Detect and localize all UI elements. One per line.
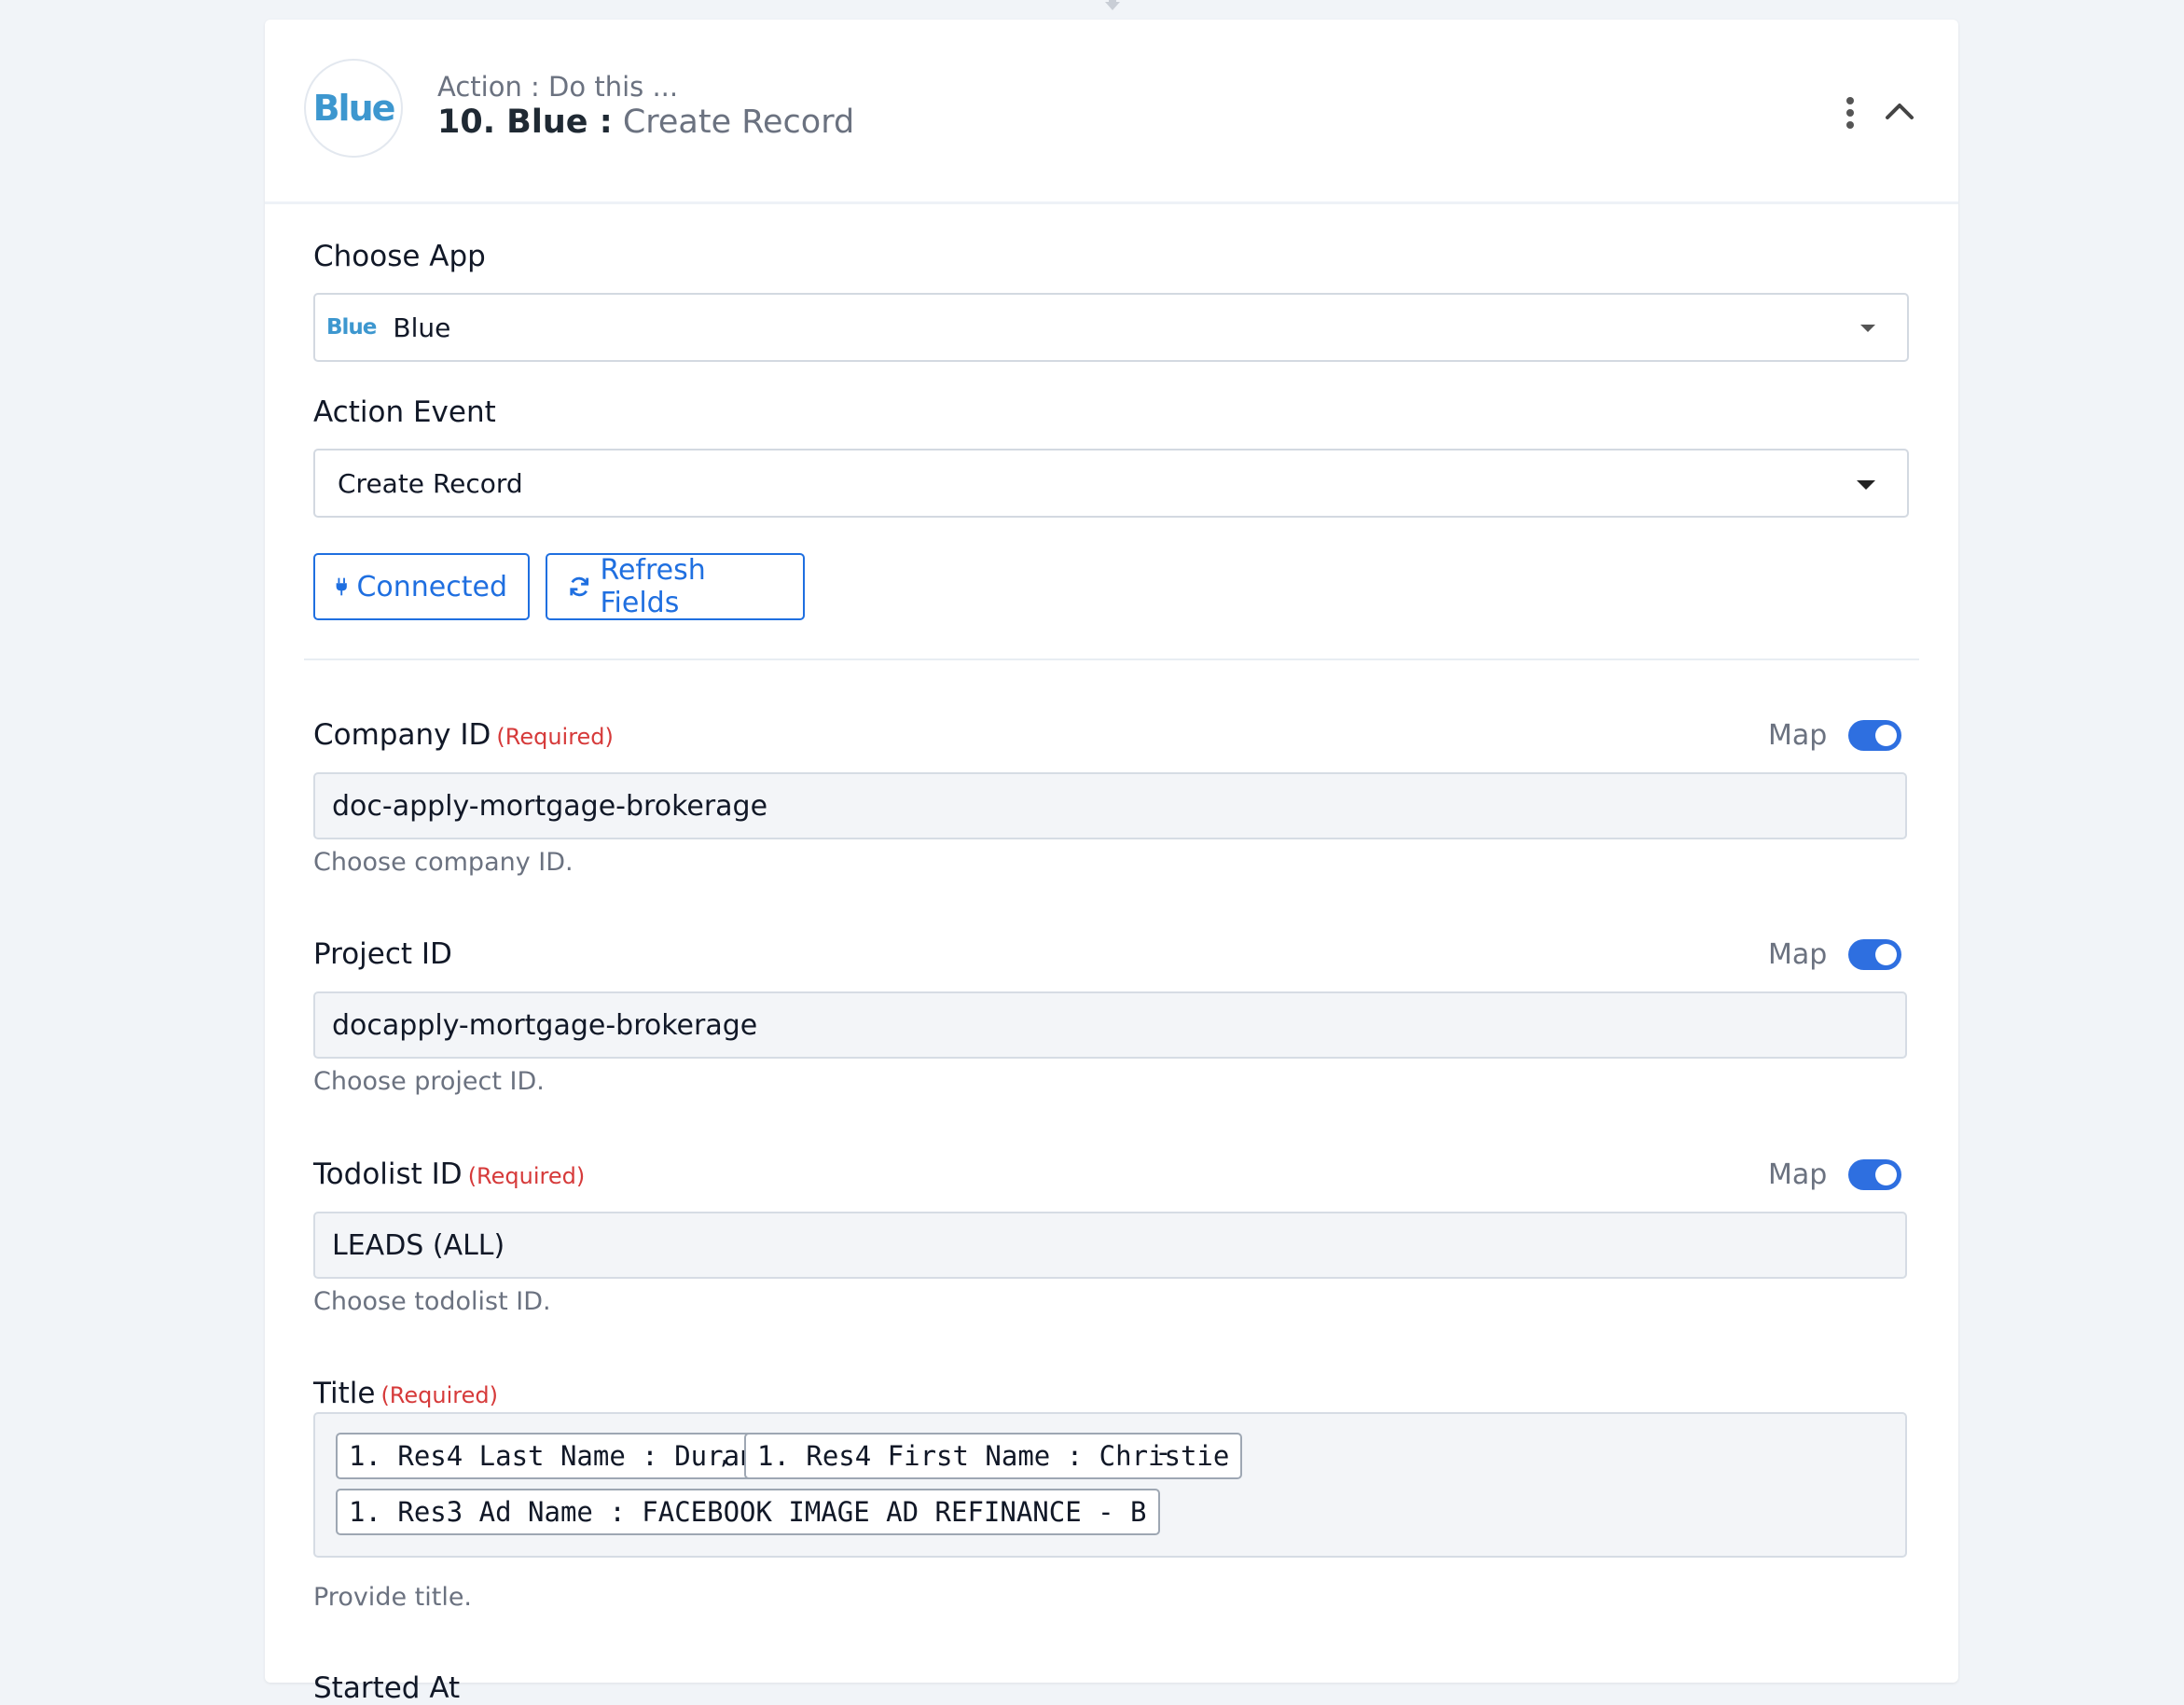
refresh-fields-label: Refresh Fields: [600, 554, 706, 619]
choose-app-label: Choose App: [313, 240, 486, 273]
company-id-help: Choose company ID.: [313, 848, 574, 877]
todolist-id-field[interactable]: LEADS (ALL): [313, 1212, 1907, 1279]
todolist-id-help: Choose todolist ID.: [313, 1287, 551, 1316]
started-at-label: Started At: [313, 1671, 461, 1705]
title-label-text: Title: [313, 1377, 376, 1410]
action-subtitle: Action : Do this ...: [437, 71, 679, 103]
refresh-fields-button[interactable]: Refresh Fields: [546, 553, 805, 620]
title-field[interactable]: 1. Res4 Last Name : Duran , 1. Res4 Firs…: [313, 1412, 1907, 1558]
title-chip-last-name[interactable]: 1. Res4 Last Name : Duran: [336, 1433, 769, 1479]
choose-app-value: Blue: [393, 312, 451, 343]
company-id-label: Company ID (Required): [313, 718, 614, 752]
flow-connector-arrow-icon: [1105, 0, 1120, 10]
project-id-map-toggle[interactable]: [1848, 939, 1901, 970]
action-event-select[interactable]: Create Record: [313, 449, 1909, 518]
section-divider: [304, 658, 1919, 660]
todolist-id-map-label: Map: [1768, 1158, 1828, 1191]
todolist-id-label-text: Todolist ID: [313, 1157, 463, 1191]
title-label: Title (Required): [313, 1377, 498, 1410]
toggle-knob: [1875, 725, 1897, 746]
action-step-card: Blue Action : Do this ... 10. Blue : Cre…: [265, 20, 1958, 1705]
title-separator-dash: -: [1158, 1436, 1168, 1469]
choose-app-select[interactable]: Blue Blue: [313, 293, 1909, 362]
title-separator-comma: ,: [720, 1438, 729, 1471]
todolist-id-label: Todolist ID (Required): [313, 1157, 585, 1191]
connected-button[interactable]: Connected: [313, 553, 530, 620]
project-id-field[interactable]: docapply-mortgage-brokerage: [313, 991, 1907, 1059]
toggle-knob: [1875, 944, 1897, 965]
title-help: Provide title.: [313, 1583, 473, 1612]
chevron-down-icon: [1857, 480, 1875, 490]
company-id-field[interactable]: doc-apply-mortgage-brokerage: [313, 772, 1907, 839]
kebab-menu-icon[interactable]: [1845, 96, 1856, 130]
company-id-label-text: Company ID: [313, 718, 491, 752]
project-id-map-label: Map: [1768, 938, 1828, 971]
required-indicator: (Required): [380, 1382, 498, 1408]
refresh-icon: [570, 576, 589, 597]
chevron-down-icon: [1860, 325, 1875, 332]
project-id-help: Choose project ID.: [313, 1067, 545, 1096]
step-prefix: 10. Blue :: [437, 104, 613, 141]
project-id-label: Project ID: [313, 937, 452, 971]
card-header[interactable]: Blue Action : Do this ... 10. Blue : Cre…: [265, 20, 1958, 204]
step-event-name: Create Record: [622, 104, 855, 141]
blue-app-logo: Blue: [304, 59, 403, 158]
company-id-map-toggle[interactable]: [1848, 720, 1901, 751]
plug-icon: [336, 577, 347, 596]
toggle-knob: [1875, 1164, 1897, 1185]
connected-button-label: Connected: [356, 570, 507, 603]
todolist-id-map-toggle[interactable]: [1848, 1159, 1901, 1190]
action-event-value: Create Record: [338, 467, 523, 499]
required-indicator: (Required): [467, 1163, 586, 1189]
company-id-map-label: Map: [1768, 719, 1828, 752]
blue-mini-logo: Blue: [326, 315, 377, 340]
action-event-label: Action Event: [313, 395, 496, 429]
chevron-up-icon[interactable]: [1883, 98, 1916, 122]
step-title: 10. Blue : Create Record: [437, 104, 854, 141]
title-chip-ad-name[interactable]: 1. Res3 Ad Name : FACEBOOK IMAGE AD REFI…: [336, 1489, 1160, 1535]
required-indicator: (Required): [496, 724, 614, 750]
